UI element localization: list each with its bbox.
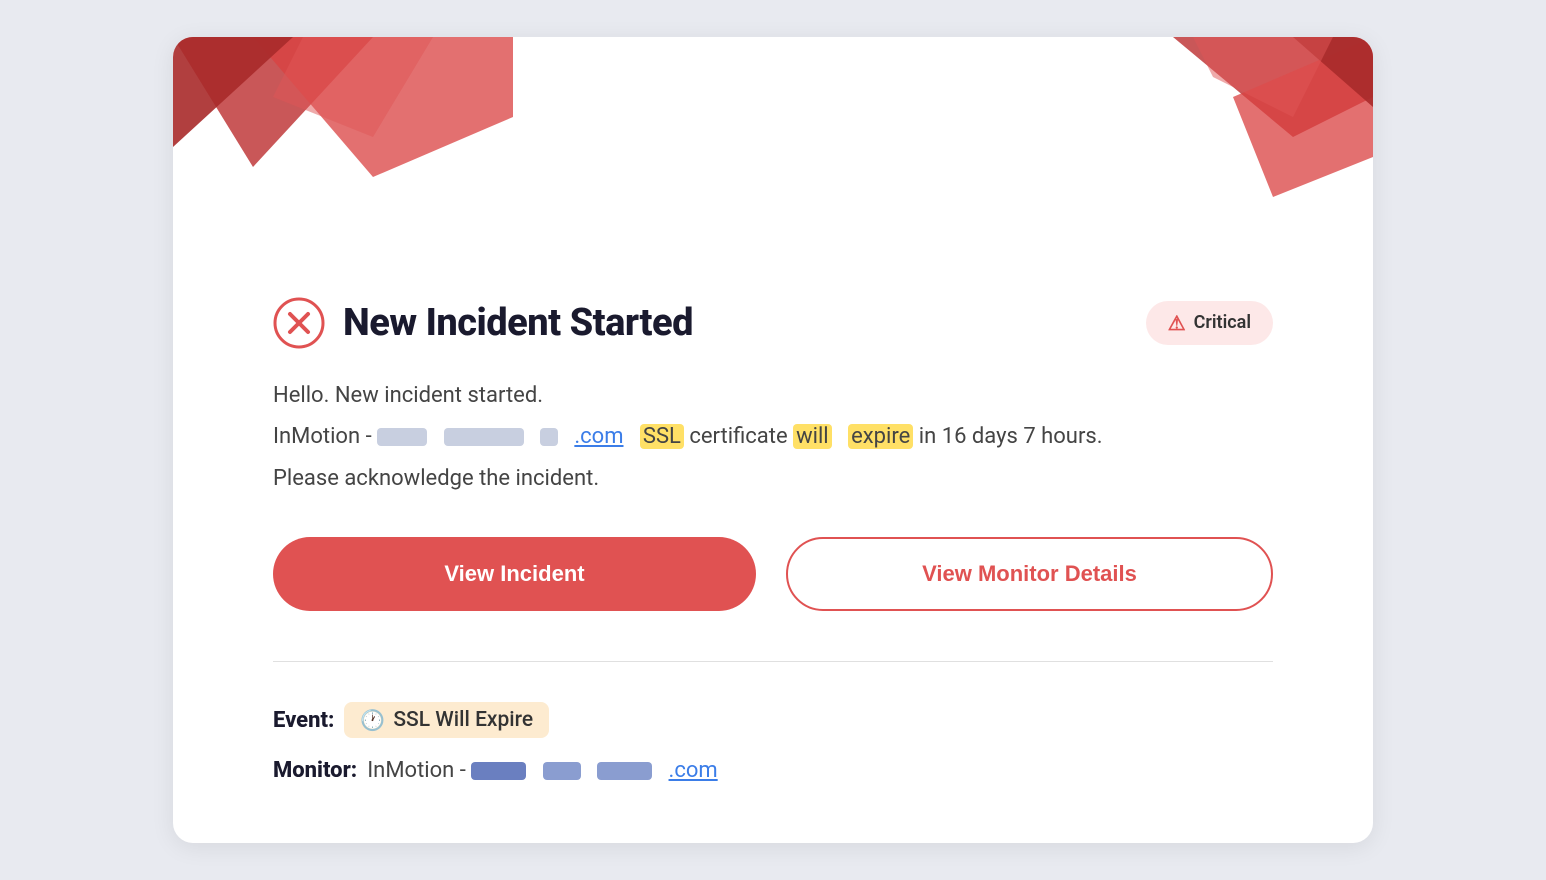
monitor-prefix: InMotion - — [367, 758, 471, 783]
warning-triangle-icon: ⚠ — [1168, 311, 1186, 335]
title-group: New Incident Started — [273, 297, 693, 349]
ssl-highlight: SSL — [640, 424, 684, 449]
monitor-value: InMotion - .com — [367, 758, 718, 783]
monitor-redacted-2 — [543, 762, 581, 780]
section-divider — [273, 661, 1273, 662]
expire-highlight: expire — [848, 424, 913, 449]
will-highlight: will — [793, 424, 832, 449]
message-certificate: certificate — [689, 424, 793, 449]
message-body: Hello. New incident started. InMotion - … — [273, 377, 1273, 497]
clock-icon: 🕐 — [360, 708, 385, 732]
redacted-3 — [540, 428, 558, 446]
monitor-label: Monitor: — [273, 758, 357, 783]
view-monitor-details-button[interactable]: View Monitor Details — [786, 537, 1273, 611]
event-badge: 🕐 SSL Will Expire — [344, 702, 549, 738]
message-line-2: InMotion - .com SSL certificate will exp… — [273, 418, 1273, 455]
button-row: View Incident View Monitor Details — [273, 537, 1273, 611]
event-row: Event: 🕐 SSL Will Expire — [273, 702, 1273, 738]
event-label: Event: — [273, 708, 334, 733]
view-incident-button[interactable]: View Incident — [273, 537, 756, 611]
critical-label: Critical — [1194, 312, 1251, 333]
critical-badge: ⚠ Critical — [1146, 301, 1273, 345]
redacted-1 — [377, 428, 427, 446]
message-line-3: Please acknowledge the incident. — [273, 460, 1273, 497]
card-content: New Incident Started ⚠ Critical Hello. N… — [173, 37, 1373, 843]
redacted-2 — [444, 428, 524, 446]
event-value: SSL Will Expire — [393, 708, 533, 732]
monitor-redacted-3 — [597, 762, 652, 780]
monitor-redacted-1 — [471, 762, 526, 780]
error-circle-icon — [273, 297, 325, 349]
message-suffix: in 16 days 7 hours. — [919, 424, 1103, 449]
meta-section: Event: 🕐 SSL Will Expire Monitor: InMoti… — [273, 702, 1273, 783]
header-row: New Incident Started ⚠ Critical — [273, 297, 1273, 349]
notification-card: New Incident Started ⚠ Critical Hello. N… — [173, 37, 1373, 843]
message-line-1: Hello. New incident started. — [273, 377, 1273, 414]
monitor-domain-link[interactable]: .com — [669, 758, 718, 783]
message-inmotion-prefix: InMotion - — [273, 424, 377, 449]
domain-link[interactable]: .com — [574, 424, 623, 449]
page-title: New Incident Started — [343, 301, 693, 345]
monitor-row: Monitor: InMotion - .com — [273, 758, 1273, 783]
